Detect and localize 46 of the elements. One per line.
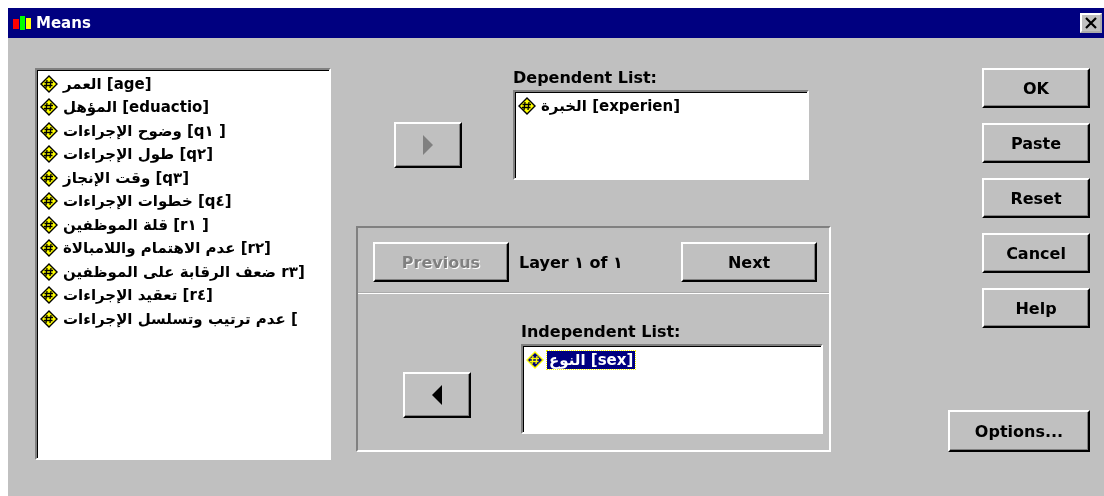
close-button[interactable] [1080, 13, 1102, 33]
independent-list-label: Independent List: [521, 322, 682, 341]
variable-item[interactable]: العمر [age] [61, 74, 154, 93]
numeric-variable-icon [518, 96, 536, 115]
dialog-button[interactable]: Help [982, 288, 1090, 328]
numeric-variable-icon [40, 215, 58, 234]
variable-item[interactable]: عدم ترتيب وتسلسل الإجراءات [ [61, 309, 300, 328]
variable-item[interactable]: ضعف الرقابة على الموظفين r٣] [61, 262, 307, 281]
variable-item[interactable]: طول الإجراءات [q٢] [61, 145, 216, 164]
variable-item[interactable]: قلة الموظفين [r١ ] [61, 215, 211, 234]
variable-item[interactable]: خطوات الإجراءات [q٤] [61, 192, 234, 211]
close-icon [1085, 17, 1097, 29]
dialog-button[interactable]: Reset [982, 178, 1090, 218]
dependent-list-label: Dependent List: [513, 68, 658, 87]
numeric-variable-icon [40, 98, 58, 117]
app-icon [12, 14, 32, 32]
independent-list[interactable]: النوع [sex] [521, 344, 823, 434]
numeric-variable-icon [526, 350, 544, 369]
move-to-independent-button[interactable] [403, 372, 471, 418]
numeric-variable-icon [40, 262, 58, 281]
dialog-button[interactable]: Cancel [982, 233, 1090, 273]
numeric-variable-icon [40, 121, 58, 140]
variable-item[interactable]: الخبرة [experien] [539, 96, 682, 115]
layer-indicator: Layer ١ of ١ [519, 252, 624, 272]
variable-item[interactable]: وقت الإنجاز [q٣] [61, 168, 192, 187]
numeric-variable-icon [40, 309, 58, 328]
options-button[interactable]: Options... [948, 410, 1090, 452]
variable-item[interactable]: وضوح الإجراءات [q١ ] [61, 121, 228, 140]
numeric-variable-icon [40, 239, 58, 258]
variable-item[interactable]: النوع [sex] [547, 350, 636, 369]
right-arrow-icon [422, 134, 434, 156]
variable-item[interactable]: عدم الاهتمام واللامبالاة [r٢] [61, 239, 273, 258]
left-arrow-icon [431, 384, 443, 406]
variable-list[interactable] [35, 68, 331, 460]
numeric-variable-icon [40, 192, 58, 211]
dialog-button[interactable]: OK [982, 68, 1090, 108]
numeric-variable-icon [40, 168, 58, 187]
numeric-variable-icon [40, 145, 58, 164]
variable-item[interactable]: تعقيد الإجراءات [r٤] [61, 286, 215, 305]
window-title: Means [36, 14, 92, 32]
variable-item[interactable]: المؤهل [eduactio] [61, 98, 212, 117]
numeric-variable-icon [40, 286, 58, 305]
numeric-variable-icon [40, 74, 58, 93]
dependent-list[interactable]: الخبرة [experien] [513, 90, 809, 180]
dialog-button[interactable]: Paste [982, 123, 1090, 163]
next-button[interactable]: Next [681, 242, 817, 282]
